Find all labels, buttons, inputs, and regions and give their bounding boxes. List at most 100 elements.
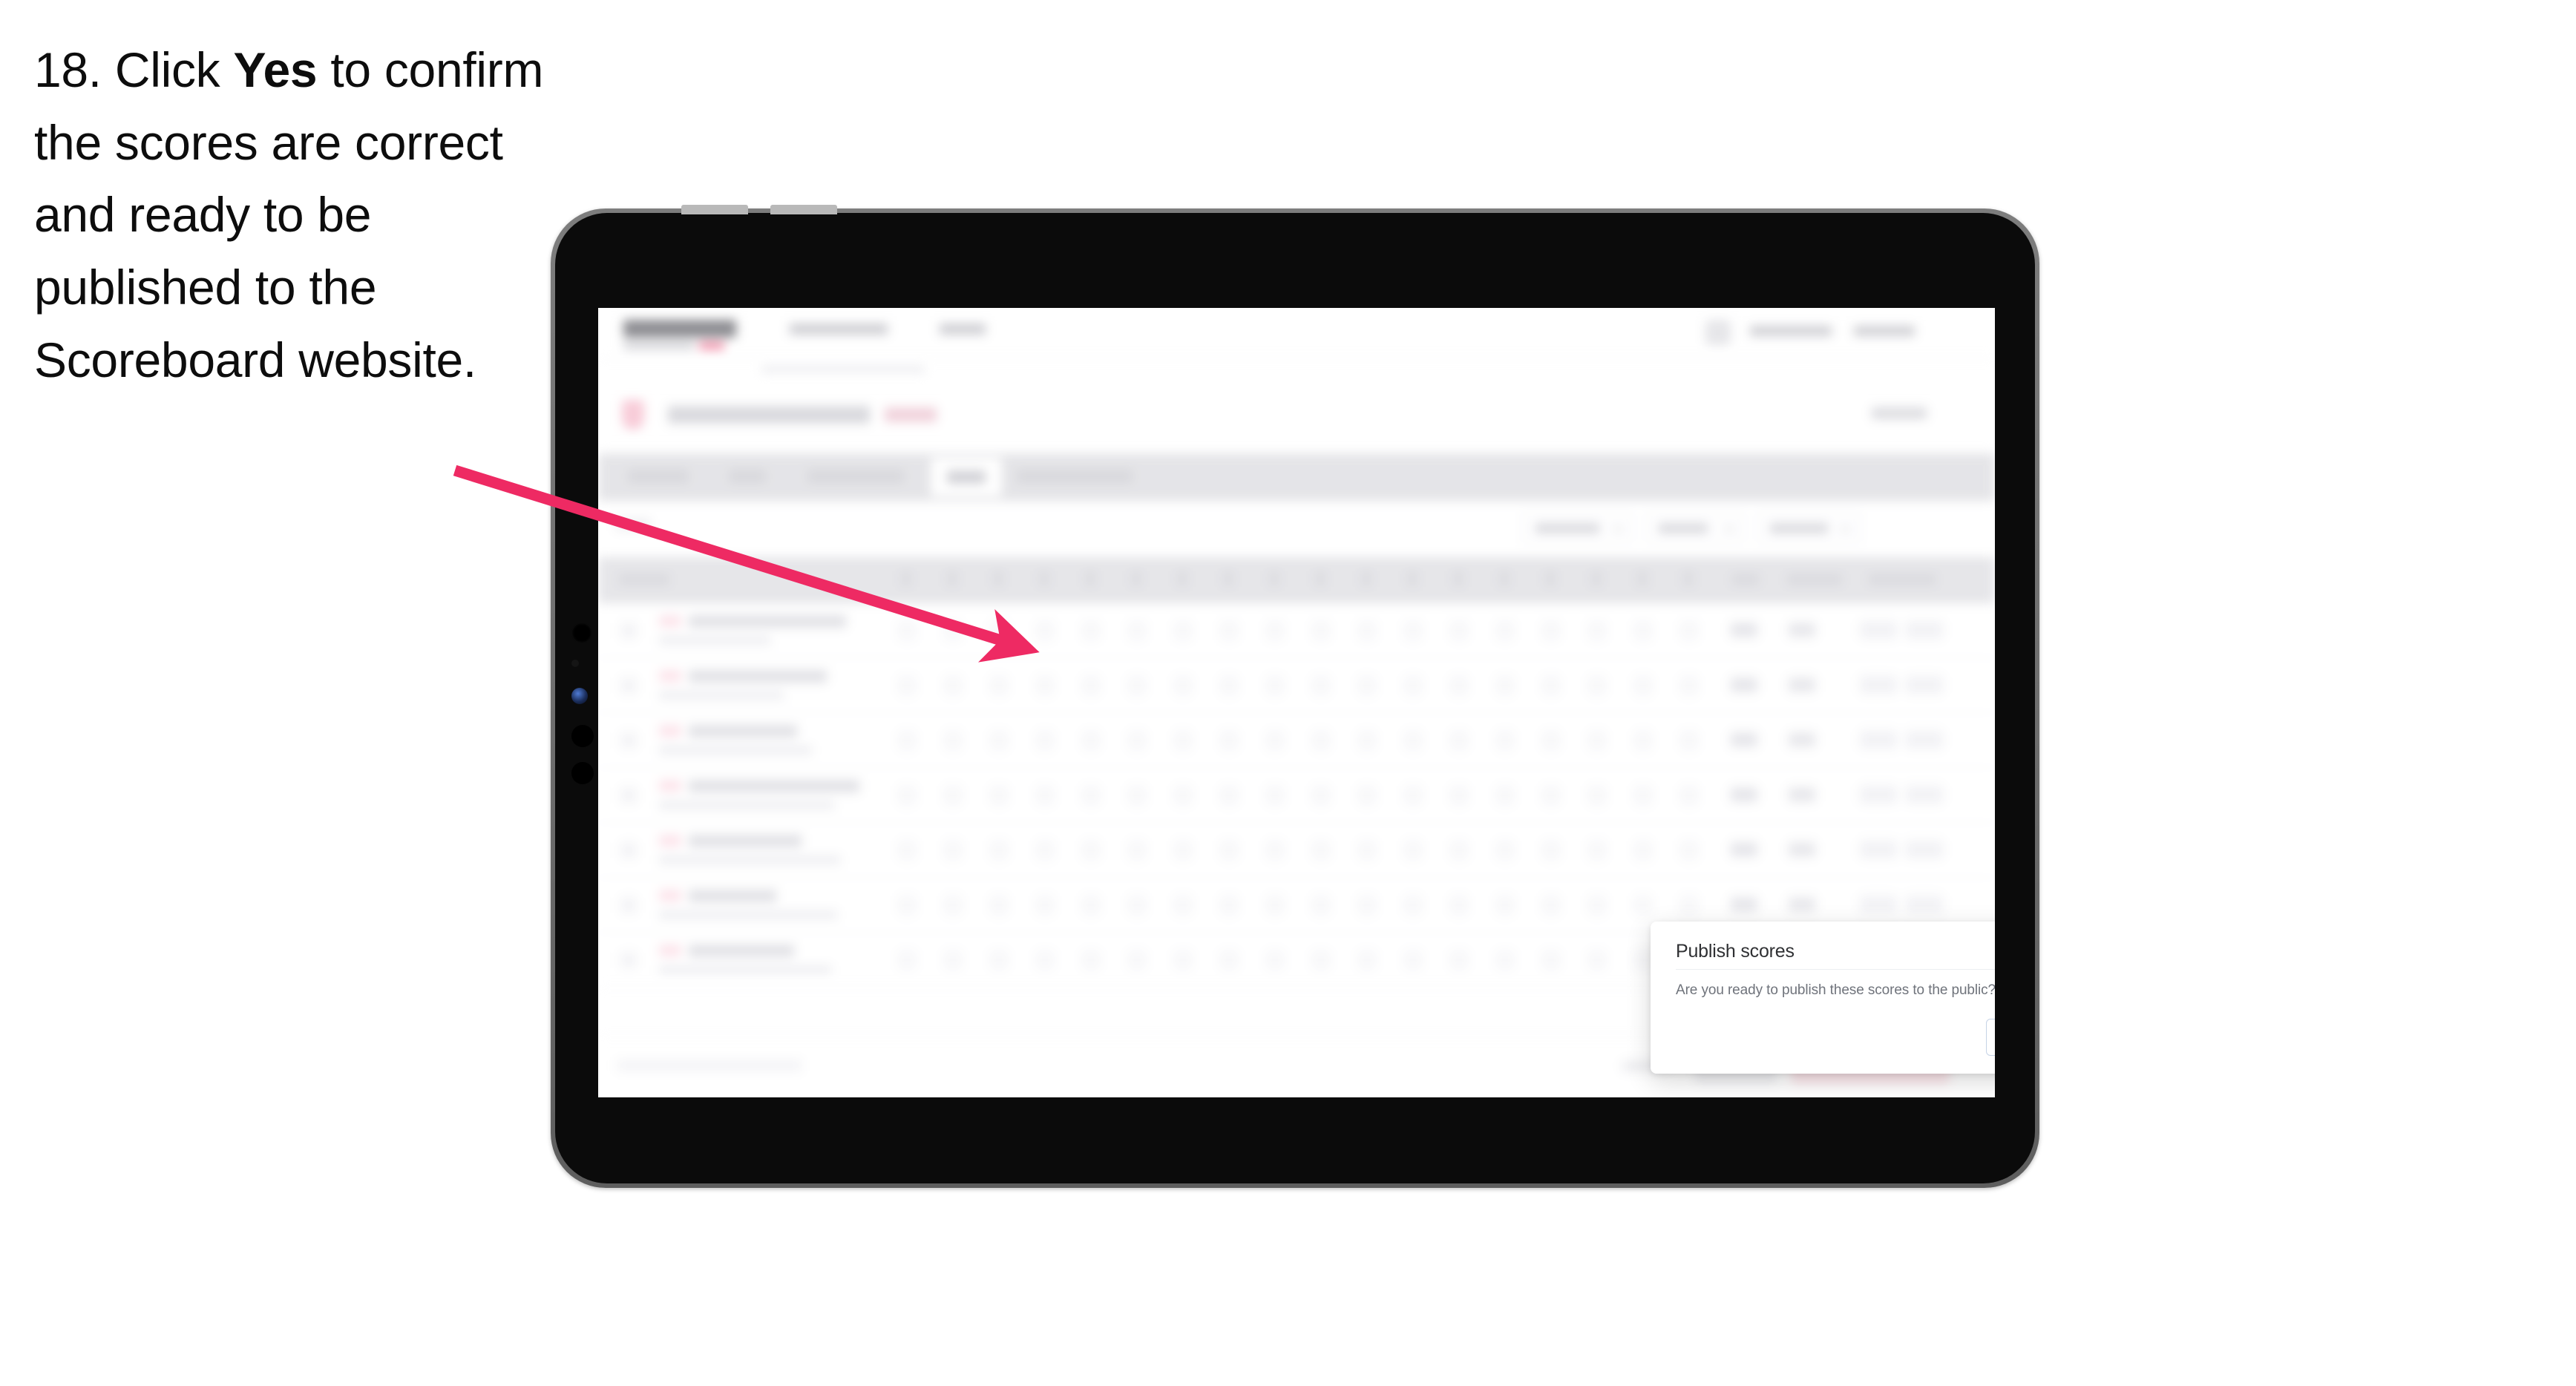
row-hole-score-cell[interactable] — [1128, 841, 1146, 860]
row-hole-score-cell[interactable] — [1680, 841, 1698, 860]
row-hole-score-cell[interactable] — [1128, 621, 1146, 640]
row-hole-score-cell[interactable] — [1036, 896, 1054, 915]
nav-item-event[interactable] — [940, 323, 986, 335]
row-hole-score-cell[interactable] — [1542, 676, 1560, 695]
row-hole-score-cell[interactable] — [898, 896, 916, 915]
row-hole-score-cell[interactable] — [1082, 731, 1100, 750]
row-hole-score-cell[interactable] — [1128, 676, 1146, 695]
row-hole-score-cell[interactable] — [990, 841, 1008, 860]
row-hole-score-cell[interactable] — [1496, 731, 1514, 750]
row-hole-score-cell[interactable] — [1220, 950, 1238, 970]
row-hole-score-cell[interactable] — [1404, 896, 1422, 915]
row-hole-score-cell[interactable] — [1588, 896, 1606, 915]
row-hole-score-cell[interactable] — [1036, 950, 1054, 970]
row-hole-score-cell[interactable] — [898, 731, 916, 750]
row-hole-score-cell[interactable] — [1358, 676, 1376, 695]
row-action-edit-button[interactable] — [1860, 676, 1897, 694]
avatar[interactable] — [1705, 320, 1731, 345]
filter-tee-division[interactable] — [1523, 511, 1633, 544]
row-hole-score-cell[interactable] — [990, 950, 1008, 970]
row-action-view-button[interactable] — [1906, 676, 1943, 694]
row-hole-score-cell[interactable] — [1496, 950, 1514, 970]
row-action-edit-button[interactable] — [1860, 841, 1897, 858]
row-hole-score-cell[interactable] — [1450, 896, 1468, 915]
row-hole-score-cell[interactable] — [1634, 786, 1652, 805]
row-hole-score-cell[interactable] — [1082, 950, 1100, 970]
row-checkbox[interactable] — [620, 623, 637, 639]
row-hole-score-cell[interactable] — [1174, 841, 1192, 860]
volume-up-button[interactable] — [681, 205, 748, 214]
row-hole-score-cell[interactable] — [1082, 896, 1100, 915]
row-hole-score-cell[interactable] — [990, 786, 1008, 805]
row-hole-score-cell[interactable] — [1174, 621, 1192, 640]
row-hole-score-cell[interactable] — [1266, 896, 1284, 915]
row-hole-score-cell[interactable] — [1450, 676, 1468, 695]
row-hole-score-cell[interactable] — [1450, 731, 1468, 750]
filter-team-only[interactable] — [1757, 511, 1860, 544]
row-hole-score-cell[interactable] — [1588, 621, 1606, 640]
table-row[interactable] — [598, 768, 1995, 823]
tab-leaderboard[interactable] — [1017, 470, 1133, 483]
cancel-button[interactable]: Cancel — [1986, 1019, 1995, 1056]
row-hole-score-cell[interactable] — [944, 676, 962, 695]
row-hole-score-cell[interactable] — [1220, 786, 1238, 805]
row-hole-score-cell[interactable] — [1680, 731, 1698, 750]
row-hole-score-cell[interactable] — [1634, 676, 1652, 695]
row-hole-score-cell[interactable] — [1266, 621, 1284, 640]
volume-down-button[interactable] — [770, 205, 837, 214]
row-hole-score-cell[interactable] — [990, 676, 1008, 695]
page-header-action[interactable] — [1872, 407, 1927, 419]
breadcrumb[interactable] — [761, 366, 925, 373]
row-checkbox[interactable] — [620, 897, 637, 913]
row-hole-score-cell[interactable] — [944, 731, 962, 750]
row-hole-score-cell[interactable] — [1588, 676, 1606, 695]
row-hole-score-cell[interactable] — [1358, 731, 1376, 750]
row-checkbox[interactable] — [620, 952, 637, 968]
row-hole-score-cell[interactable] — [990, 896, 1008, 915]
row-hole-score-cell[interactable] — [990, 621, 1008, 640]
row-hole-score-cell[interactable] — [1128, 896, 1146, 915]
row-hole-score-cell[interactable] — [1588, 731, 1606, 750]
row-hole-score-cell[interactable] — [1174, 786, 1192, 805]
row-hole-score-cell[interactable] — [1174, 950, 1192, 970]
row-hole-score-cell[interactable] — [1082, 621, 1100, 640]
row-hole-score-cell[interactable] — [1174, 896, 1192, 915]
row-hole-score-cell[interactable] — [1542, 841, 1560, 860]
row-hole-score-cell[interactable] — [1542, 896, 1560, 915]
row-hole-score-cell[interactable] — [1634, 841, 1652, 860]
row-hole-score-cell[interactable] — [990, 731, 1008, 750]
row-hole-score-cell[interactable] — [1312, 676, 1330, 695]
row-hole-score-cell[interactable] — [1496, 621, 1514, 640]
row-hole-score-cell[interactable] — [1680, 896, 1698, 915]
row-hole-score-cell[interactable] — [1542, 950, 1560, 970]
row-hole-score-cell[interactable] — [1680, 786, 1698, 805]
tab-results[interactable] — [931, 458, 1002, 496]
row-action-edit-button[interactable] — [1860, 786, 1897, 804]
row-hole-score-cell[interactable] — [1220, 731, 1238, 750]
tab-course-setup[interactable] — [807, 470, 904, 483]
row-action-edit-button[interactable] — [1860, 621, 1897, 639]
row-hole-score-cell[interactable] — [1082, 676, 1100, 695]
row-action-view-button[interactable] — [1906, 841, 1943, 858]
row-hole-score-cell[interactable] — [1496, 841, 1514, 860]
row-hole-score-cell[interactable] — [1358, 841, 1376, 860]
row-hole-score-cell[interactable] — [1266, 841, 1284, 860]
row-hole-score-cell[interactable] — [1128, 731, 1146, 750]
row-hole-score-cell[interactable] — [1496, 676, 1514, 695]
row-hole-score-cell[interactable] — [1266, 676, 1284, 695]
row-hole-score-cell[interactable] — [1404, 621, 1422, 640]
row-hole-score-cell[interactable] — [944, 896, 962, 915]
row-hole-score-cell[interactable] — [898, 676, 916, 695]
row-hole-score-cell[interactable] — [1036, 786, 1054, 805]
row-hole-score-cell[interactable] — [1266, 786, 1284, 805]
table-row[interactable] — [598, 823, 1995, 878]
row-hole-score-cell[interactable] — [1680, 621, 1698, 640]
row-hole-score-cell[interactable] — [898, 621, 916, 640]
row-checkbox[interactable] — [620, 677, 637, 694]
row-action-view-button[interactable] — [1906, 731, 1943, 749]
row-hole-score-cell[interactable] — [944, 950, 962, 970]
row-hole-score-cell[interactable] — [1404, 950, 1422, 970]
row-hole-score-cell[interactable] — [1220, 841, 1238, 860]
row-hole-score-cell[interactable] — [1358, 621, 1376, 640]
row-hole-score-cell[interactable] — [1036, 676, 1054, 695]
